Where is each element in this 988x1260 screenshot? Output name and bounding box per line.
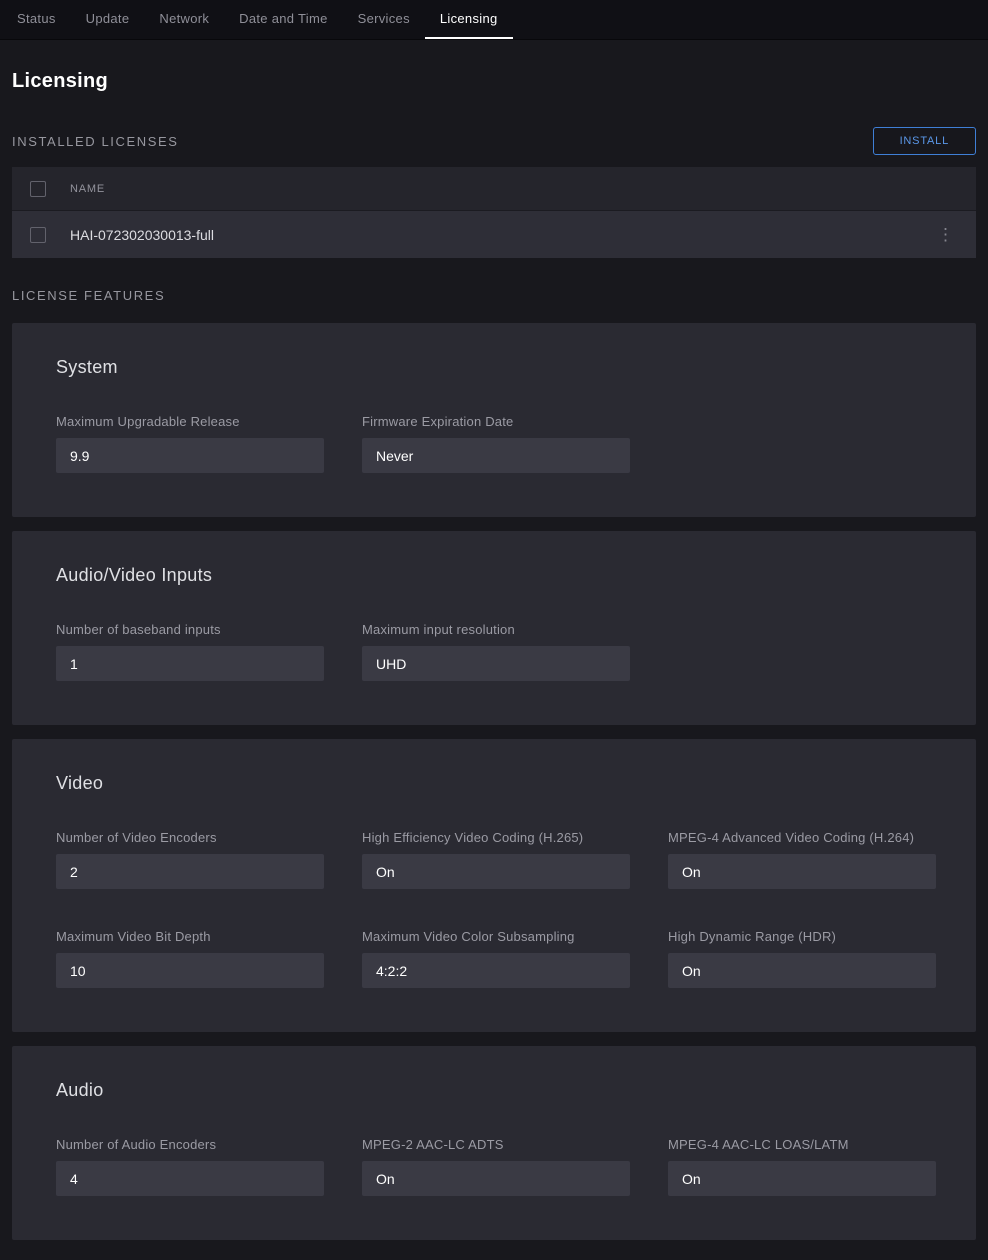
field-value-box: 4:2:2 — [362, 953, 630, 988]
field-mpeg4-avc-h264: MPEG-4 Advanced Video Coding (H.264) On — [668, 830, 936, 889]
field-mpeg2-aac-lc-adts: MPEG-2 AAC-LC ADTS On — [362, 1137, 630, 1196]
field-value-box: On — [362, 1161, 630, 1196]
card-title: Audio/Video Inputs — [56, 565, 932, 586]
field-value: Never — [376, 448, 413, 464]
field-label: Firmware Expiration Date — [362, 414, 630, 429]
field-value: 10 — [70, 963, 86, 979]
card-title: System — [56, 357, 932, 378]
field-label: Number of baseband inputs — [56, 622, 324, 637]
field-label: MPEG-2 AAC-LC ADTS — [362, 1137, 630, 1152]
top-nav: Status Update Network Date and Time Serv… — [0, 0, 988, 40]
row-checkbox[interactable] — [30, 227, 46, 243]
kebab-menu-icon[interactable]: ⋮ — [933, 226, 958, 243]
field-value-box: 4 — [56, 1161, 324, 1196]
field-number-of-audio-encoders: Number of Audio Encoders 4 — [56, 1137, 324, 1196]
field-value-box: On — [668, 953, 936, 988]
fields-grid: Number of Video Encoders 2 High Efficien… — [56, 830, 932, 988]
field-mpeg4-aac-lc-loas-latm: MPEG-4 AAC-LC LOAS/LATM On — [668, 1137, 936, 1196]
field-value-box: 10 — [56, 953, 324, 988]
field-label: Maximum Video Bit Depth — [56, 929, 324, 944]
field-label: Number of Video Encoders — [56, 830, 324, 845]
page-title: Licensing — [12, 70, 976, 93]
card-audio-video-inputs: Audio/Video Inputs Number of baseband in… — [12, 531, 976, 725]
field-maximum-upgradable-release: Maximum Upgradable Release 9.9 — [56, 414, 324, 473]
license-name: HAI-072302030013-full — [70, 227, 933, 243]
tab-status[interactable]: Status — [2, 0, 71, 39]
field-value: 4 — [70, 1171, 78, 1187]
field-label: High Efficiency Video Coding (H.265) — [362, 830, 630, 845]
fields-grid: Maximum Upgradable Release 9.9 Firmware … — [56, 414, 932, 473]
field-value: 1 — [70, 656, 78, 672]
field-value-box: 9.9 — [56, 438, 324, 473]
installed-licenses-header-row: INSTALLED LICENSES INSTALL — [12, 127, 976, 155]
field-value-box: 2 — [56, 854, 324, 889]
main-content: Licensing INSTALLED LICENSES INSTALL NAM… — [0, 70, 988, 1240]
card-title: Audio — [56, 1080, 932, 1101]
field-value-box: On — [362, 854, 630, 889]
field-value-box: On — [668, 854, 936, 889]
field-value: On — [376, 1171, 395, 1187]
card-title: Video — [56, 773, 932, 794]
field-label: High Dynamic Range (HDR) — [668, 929, 936, 944]
licenses-table: NAME HAI-072302030013-full ⋮ — [12, 167, 976, 258]
field-value-box: 1 — [56, 646, 324, 681]
install-button[interactable]: INSTALL — [873, 127, 976, 155]
field-value: On — [682, 864, 701, 880]
field-value: On — [682, 963, 701, 979]
field-value: 9.9 — [70, 448, 89, 464]
field-hevc-h265: High Efficiency Video Coding (H.265) On — [362, 830, 630, 889]
card-audio: Audio Number of Audio Encoders 4 MPEG-2 … — [12, 1046, 976, 1240]
select-all-checkbox[interactable] — [30, 181, 46, 197]
card-video: Video Number of Video Encoders 2 High Ef… — [12, 739, 976, 1032]
license-features-heading: LICENSE FEATURES — [12, 288, 976, 303]
tab-update[interactable]: Update — [71, 0, 145, 39]
fields-grid: Number of Audio Encoders 4 MPEG-2 AAC-LC… — [56, 1137, 932, 1196]
name-column-header: NAME — [70, 183, 105, 195]
field-number-of-baseband-inputs: Number of baseband inputs 1 — [56, 622, 324, 681]
field-value: UHD — [376, 656, 406, 672]
field-maximum-input-resolution: Maximum input resolution UHD — [362, 622, 630, 681]
tab-licensing[interactable]: Licensing — [425, 0, 513, 39]
field-label: Maximum Upgradable Release — [56, 414, 324, 429]
field-firmware-expiration-date: Firmware Expiration Date Never — [362, 414, 630, 473]
field-label: Number of Audio Encoders — [56, 1137, 324, 1152]
field-maximum-video-bit-depth: Maximum Video Bit Depth 10 — [56, 929, 324, 988]
field-number-of-video-encoders: Number of Video Encoders 2 — [56, 830, 324, 889]
field-value: 4:2:2 — [376, 963, 407, 979]
table-row[interactable]: HAI-072302030013-full ⋮ — [12, 211, 976, 258]
field-value-box: UHD — [362, 646, 630, 681]
field-maximum-video-color-subsampling: Maximum Video Color Subsampling 4:2:2 — [362, 929, 630, 988]
field-value-box: Never — [362, 438, 630, 473]
fields-grid: Number of baseband inputs 1 Maximum inpu… — [56, 622, 932, 681]
field-label: Maximum input resolution — [362, 622, 630, 637]
field-label: MPEG-4 AAC-LC LOAS/LATM — [668, 1137, 936, 1152]
installed-licenses-heading: INSTALLED LICENSES — [12, 134, 179, 149]
tab-services[interactable]: Services — [343, 0, 425, 39]
table-header-row: NAME — [12, 167, 976, 211]
field-value: On — [376, 864, 395, 880]
tab-network[interactable]: Network — [144, 0, 224, 39]
field-value-box: On — [668, 1161, 936, 1196]
field-label: Maximum Video Color Subsampling — [362, 929, 630, 944]
field-value: 2 — [70, 864, 78, 880]
field-value: On — [682, 1171, 701, 1187]
field-high-dynamic-range: High Dynamic Range (HDR) On — [668, 929, 936, 988]
card-system: System Maximum Upgradable Release 9.9 Fi… — [12, 323, 976, 517]
field-label: MPEG-4 Advanced Video Coding (H.264) — [668, 830, 936, 845]
tab-date-and-time[interactable]: Date and Time — [224, 0, 342, 39]
